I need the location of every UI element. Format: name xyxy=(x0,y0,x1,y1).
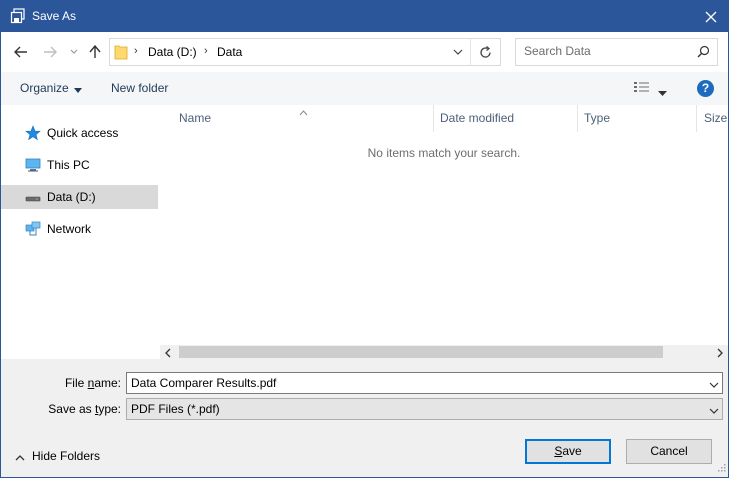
sidebar-item-label: This PC xyxy=(47,158,90,172)
resize-grip-icon[interactable] xyxy=(716,461,726,475)
caret-down-icon xyxy=(73,82,82,96)
star-icon xyxy=(25,125,41,141)
save-as-type-select[interactable]: PDF Files (*.pdf) xyxy=(126,398,723,420)
folder-icon xyxy=(114,44,128,63)
chevron-down-icon[interactable] xyxy=(709,377,719,391)
save-as-app-icon xyxy=(10,8,26,24)
save-as-type-value: PDF Files (*.pdf) xyxy=(131,402,220,416)
column-divider[interactable] xyxy=(577,105,578,132)
breadcrumb-separator: › xyxy=(204,45,208,57)
organize-label: Organize xyxy=(20,81,69,95)
computer-icon xyxy=(25,157,41,173)
hide-folders-toggle[interactable]: Hide Folders xyxy=(15,449,100,464)
new-folder-button[interactable]: New folder xyxy=(111,81,168,95)
details-view-icon[interactable] xyxy=(633,80,651,97)
cancel-button[interactable]: Cancel xyxy=(626,439,712,464)
close-icon[interactable] xyxy=(694,1,728,32)
breadcrumb-separator: › xyxy=(134,45,138,57)
address-bar[interactable]: › Data (D:) › Data xyxy=(109,38,501,66)
search-box[interactable] xyxy=(515,38,718,66)
save-as-type-label: Save as type: xyxy=(48,402,121,416)
arrow-right-icon[interactable] xyxy=(41,43,59,61)
file-list[interactable]: Name Date modified Type Size No items ma… xyxy=(160,105,728,345)
column-divider[interactable] xyxy=(433,105,434,132)
hide-folders-label: Hide Folders xyxy=(32,449,101,463)
column-header-name[interactable]: Name xyxy=(179,105,433,132)
sidebar-item-quick-access[interactable]: Quick access xyxy=(1,121,158,145)
navigation-bar: › Data (D:) › Data xyxy=(1,32,728,72)
view-options-caret-icon[interactable] xyxy=(658,85,667,99)
breadcrumb-folder[interactable]: Data xyxy=(217,45,242,59)
chevron-down-icon[interactable] xyxy=(65,43,83,61)
scrollbar-thumb[interactable] xyxy=(179,346,663,358)
sidebar-item-network[interactable]: Network xyxy=(1,217,158,241)
command-bar: Organize New folder ? xyxy=(1,72,728,105)
save-form: File name: Save as type: PDF Files (*.pd… xyxy=(1,359,728,477)
window-title: Save As xyxy=(32,9,77,23)
arrow-up-icon[interactable] xyxy=(86,43,104,61)
column-header-type[interactable]: Type xyxy=(584,105,696,132)
column-divider[interactable] xyxy=(696,105,697,132)
chevron-down-icon[interactable] xyxy=(709,403,719,417)
column-header-date-modified[interactable]: Date modified xyxy=(440,105,577,132)
file-name-input[interactable] xyxy=(131,376,691,390)
sidebar-item-label: Data (D:) xyxy=(47,190,96,204)
horizontal-scrollbar[interactable] xyxy=(160,345,728,359)
empty-message: No items match your search. xyxy=(367,146,521,160)
navigation-pane: Quick access This PC Data (D:) Network xyxy=(1,105,160,359)
save-as-dialog: Save As › Data (D:) › Data Search Data O… xyxy=(0,0,729,478)
file-name-label: File name: xyxy=(64,376,121,390)
column-header-size[interactable]: Size xyxy=(704,105,728,132)
help-icon[interactable]: ? xyxy=(697,80,714,97)
search-icon[interactable] xyxy=(697,45,710,61)
sidebar-item-this-pc[interactable]: This PC xyxy=(1,153,158,177)
search-input[interactable] xyxy=(524,44,689,58)
refresh-icon[interactable] xyxy=(470,39,500,65)
sidebar-item-label: Quick access xyxy=(47,126,119,140)
breadcrumb-drive[interactable]: Data (D:) xyxy=(148,45,197,59)
address-history-chevron-icon[interactable] xyxy=(447,39,469,65)
sidebar-item-data-drive[interactable]: Data (D:) xyxy=(1,185,158,209)
organize-menu[interactable]: Organize xyxy=(20,81,82,96)
network-icon xyxy=(25,221,41,237)
file-name-field[interactable] xyxy=(126,372,723,394)
sidebar-item-label: Network xyxy=(47,222,92,236)
drive-icon xyxy=(25,189,41,205)
save-button[interactable]: Save xyxy=(525,439,611,464)
arrow-left-icon[interactable] xyxy=(12,43,30,61)
chevron-up-icon xyxy=(15,450,25,464)
title-bar: Save As xyxy=(1,1,728,32)
